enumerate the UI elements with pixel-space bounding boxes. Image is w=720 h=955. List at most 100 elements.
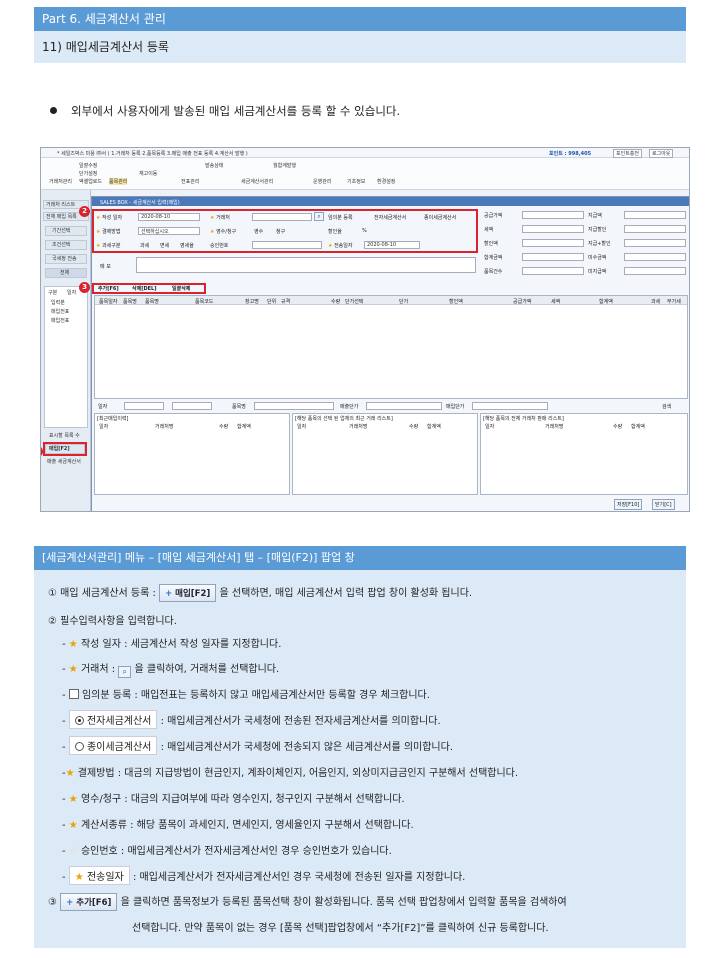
pay-select[interactable]: 선택하십시오	[138, 227, 200, 235]
item-text: 거래처 :	[80, 664, 116, 675]
ribbon-item[interactable]: 전표관리	[181, 178, 199, 185]
star-icon: ★	[96, 229, 101, 235]
grid-col: 창고명	[245, 299, 259, 305]
panel-col: 합계액	[427, 424, 441, 430]
ribbon-item[interactable]: 환경설정	[377, 178, 395, 185]
filter-date-from[interactable]	[124, 402, 164, 410]
ribbon: 일괄수정 단가설정 거래처관리 품목관리 재고이동 엑셀업로드 전표관리 발송상…	[41, 158, 689, 190]
left-list: 구분 일자 입력분 매입전표 매입전표	[44, 286, 88, 428]
add-button-label: 추가[F6]	[76, 898, 112, 908]
paper-radio[interactable]: 종이세금계산서	[424, 215, 456, 221]
star-outline-icon: ☆	[68, 846, 78, 857]
receipt-opt[interactable]: 청구	[276, 228, 285, 235]
sales-tab[interactable]: 매출 세금계산서	[47, 458, 81, 465]
total-label: 공급가액	[484, 213, 503, 219]
dash: -	[62, 820, 66, 831]
ribbon-item[interactable]: 월합계발행	[273, 162, 296, 169]
total-label: 지급액	[588, 213, 602, 219]
ribbon-item[interactable]: 품목관리	[109, 178, 128, 185]
filter-item-input[interactable]	[254, 402, 334, 410]
item-text: 결제방법 : 대금의 지급방법이 현금인지, 계좌이체인지, 어음인지, 외상미…	[77, 768, 519, 779]
filter-search-button[interactable]: 검색	[662, 403, 671, 410]
search-icon[interactable]: ⌕	[314, 212, 324, 221]
total-label: 미지급액	[588, 269, 607, 275]
total-label: 세액	[484, 227, 494, 233]
electronic-chip: 전자세금계산서	[68, 710, 158, 729]
tax-opt[interactable]: 과세	[140, 242, 149, 249]
left-btn[interactable]: 국세청 전송	[45, 254, 87, 264]
left-btn[interactable]: 기간선택	[45, 226, 87, 236]
receipt-opt[interactable]: 영수	[254, 228, 263, 235]
ribbon-item[interactable]: 거래처관리	[49, 178, 72, 185]
total-field	[522, 253, 584, 261]
discount-label: 할인율	[328, 229, 342, 235]
partial-label[interactable]: 임의분 등록	[328, 215, 353, 221]
date-input[interactable]: 2020-08-10	[138, 213, 200, 221]
filter-buy-price[interactable]	[472, 402, 548, 410]
client-input[interactable]	[252, 213, 312, 221]
ribbon-item[interactable]: 단가설정	[79, 170, 97, 177]
send-date-input[interactable]: 2020-08-10	[364, 241, 420, 249]
left-row[interactable]: 매입전표	[51, 317, 69, 324]
ribbon-item[interactable]: 세금계산서관리	[241, 178, 273, 185]
ribbon-item[interactable]: 기초정보	[347, 178, 365, 185]
filter-label: 품목명	[232, 404, 246, 410]
ribbon-item[interactable]: 일괄수정	[79, 162, 97, 169]
grid-col: 세액	[551, 299, 561, 305]
tax-opt[interactable]: 면세	[160, 242, 169, 249]
left-btn[interactable]: 전체	[45, 268, 87, 278]
step-1-post: 을 선택하면, 매입 세금계산서 입력 팝업 창이 활성화 됩니다.	[219, 588, 473, 599]
ribbon-item[interactable]: 재고이동	[139, 170, 157, 177]
step-number: ①	[48, 588, 57, 599]
memo-input[interactable]	[136, 257, 476, 273]
bulk-delete-button[interactable]: 일괄삭제	[172, 285, 190, 292]
tax-opt[interactable]: 영세율	[180, 242, 194, 249]
electronic-radio[interactable]: 전자세금계산서	[374, 215, 406, 221]
grid-col: 부가세	[667, 299, 681, 305]
left-row[interactable]: 매입전표	[51, 308, 69, 315]
grid-col: 단가	[399, 299, 409, 305]
add-item-button[interactable]: 추가[F6]	[98, 285, 119, 292]
discount-unit: %	[362, 228, 367, 234]
total-field	[522, 225, 584, 233]
close-button[interactable]: 닫기[C]	[652, 499, 675, 510]
item-receipt: - ★ 영수/청구 : 대금의 지급여부에 따라 영수인지, 청구인지 구분해서…	[62, 790, 405, 805]
buy-button-label: 매입[F2]	[175, 589, 211, 599]
step-1-pre: 매입 세금계산서 등록 :	[60, 588, 156, 599]
filter-sale-price[interactable]	[366, 402, 442, 410]
total-field	[624, 253, 686, 261]
left-btn[interactable]: 조건선택	[45, 240, 87, 250]
approval-input[interactable]	[252, 241, 322, 249]
date-label: 작성 일자	[102, 215, 123, 221]
star-icon: ★	[328, 243, 333, 249]
dash: -	[62, 664, 66, 675]
item-electronic: - 전자세금계산서 : 매입세금계산서가 국세청에 전송된 전자세금계산서를 의…	[62, 710, 441, 729]
explanation-title: [세금계산서관리] 메뉴 – [매입 세금계산서] 탭 – [매입(F2)] 팝…	[34, 546, 686, 570]
left-row[interactable]: 입력분	[51, 299, 65, 306]
intro-text: 외부에서 사용자에게 발송된 매입 세금계산서를 등록 할 수 있습니다.	[71, 104, 401, 118]
item-text: : 매입세금계산서가 전자세금계산서인 경우 국세청에 전송된 일자를 지정합니…	[132, 872, 466, 883]
grid-col: 품목일자	[99, 299, 118, 305]
grid-col: 합계액	[599, 299, 613, 305]
logout-button[interactable]: 로그아웃	[649, 149, 674, 158]
save-button[interactable]: 저장[F10]	[614, 499, 643, 510]
ribbon-item[interactable]: 엑셀업로드	[79, 178, 102, 185]
star-icon: ★	[210, 229, 215, 235]
ribbon-item[interactable]: 발송상태	[205, 162, 223, 169]
panel-col: 수량	[613, 424, 623, 430]
step-number: ③	[48, 897, 57, 908]
star-icon: ★	[96, 243, 101, 249]
item-text: 을 클릭하여, 거래처를 선택합니다.	[134, 664, 280, 675]
total-field	[522, 267, 584, 275]
dash: -	[62, 846, 66, 857]
point-charge-button[interactable]: 포인트충전	[613, 149, 643, 158]
ribbon-item[interactable]: 운영관리	[313, 178, 331, 185]
section-title: 11) 매입세금계산서 등록	[34, 31, 686, 63]
filter-date-to[interactable]	[172, 402, 212, 410]
step-2: ② 필수입력사항을 입력합니다.	[48, 612, 177, 627]
intro-bullet: 외부에서 사용자에게 발송된 매입 세금계산서를 등록 할 수 있습니다.	[50, 103, 400, 119]
item-text: 영수/청구 : 대금의 지급여부에 따라 영수인지, 청구인지 구분해서 선택합…	[80, 794, 405, 805]
total-label: 할인액	[484, 241, 498, 247]
delete-item-button[interactable]: 삭제[DEL]	[132, 285, 157, 292]
explanation-body: ① 매입 세금계산서 등록 : + 매입[F2] 을 선택하면, 매입 세금계산…	[34, 570, 686, 948]
